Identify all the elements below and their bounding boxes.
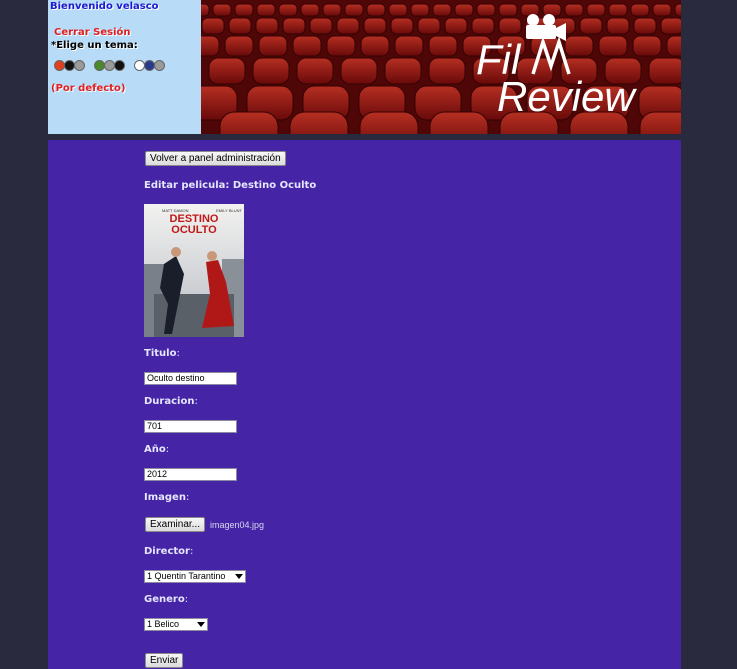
duracion-input[interactable]: 701 xyxy=(144,420,237,433)
theme-selector xyxy=(54,60,165,71)
theme-option-blue[interactable] xyxy=(134,60,165,71)
label-colon: : xyxy=(194,396,198,407)
poster-actor-2: EMILY BLUNT xyxy=(216,208,242,213)
titulo-label-text: Titulo xyxy=(144,348,177,359)
director-label-text: Director xyxy=(144,546,190,557)
titulo-label: Titulo: xyxy=(144,348,180,359)
genero-label: Genero: xyxy=(144,594,188,605)
genero-select[interactable]: 1 Belico xyxy=(144,618,208,631)
header-banner: Fil Review xyxy=(201,0,681,134)
imagen-label: Imagen: xyxy=(144,492,189,503)
genero-label-text: Genero xyxy=(144,594,185,605)
chevron-down-icon xyxy=(235,574,243,579)
label-colon: : xyxy=(165,444,170,455)
back-to-admin-button[interactable]: Volver a panel administración xyxy=(145,151,286,166)
director-selected-value: 1 Quentin Tarantino xyxy=(147,571,226,581)
selected-file-name: imagen04.jpg xyxy=(210,520,265,530)
duracion-label-text: Duracion xyxy=(144,396,195,407)
logout-link[interactable]: Cerrar Sesión xyxy=(54,27,131,38)
label-colon: : xyxy=(176,348,180,359)
label-colon: : xyxy=(184,594,189,605)
label-colon: : xyxy=(185,492,190,503)
color-dot xyxy=(114,60,125,71)
default-theme-link[interactable]: (Por defecto) xyxy=(51,83,125,94)
browse-file-button[interactable]: Examinar... xyxy=(145,517,206,532)
user-panel: Bienvenido velasco Cerrar Sesión *Elige … xyxy=(48,0,201,134)
imagen-label-text: Imagen xyxy=(144,492,186,503)
film-review-logo: Fil Review xyxy=(476,14,637,120)
logo-review: Review xyxy=(497,73,637,120)
color-dot xyxy=(74,60,85,71)
anio-input[interactable]: 2012 xyxy=(144,468,237,481)
submit-button[interactable]: Enviar xyxy=(145,653,184,668)
camera-icon xyxy=(526,14,566,41)
color-dot xyxy=(154,60,165,71)
duracion-label: Duracion: xyxy=(144,396,198,407)
genero-selected-value: 1 Belico xyxy=(147,619,180,629)
welcome-text: Bienvenido velasco xyxy=(50,1,159,12)
anio-label: Año: xyxy=(144,444,169,455)
movie-poster: MATT DAMON EMILY BLUNT DESTINO OCULTO xyxy=(144,204,244,337)
anio-label-text: Año xyxy=(144,444,166,455)
titulo-input[interactable]: Oculto destino xyxy=(144,372,237,385)
director-select[interactable]: 1 Quentin Tarantino xyxy=(144,570,246,583)
theme-option-green[interactable] xyxy=(94,60,125,71)
chevron-down-icon xyxy=(197,622,205,627)
label-colon: : xyxy=(189,546,194,557)
director-label: Director: xyxy=(144,546,193,557)
poster-title: DESTINO OCULTO xyxy=(169,213,219,236)
theme-label: *Elige un tema: xyxy=(51,40,138,51)
form-heading: Editar pelicula: Destino Oculto xyxy=(144,180,317,191)
theme-option-red[interactable] xyxy=(54,60,85,71)
edit-movie-form: Volver a panel administración Editar pel… xyxy=(48,140,681,669)
